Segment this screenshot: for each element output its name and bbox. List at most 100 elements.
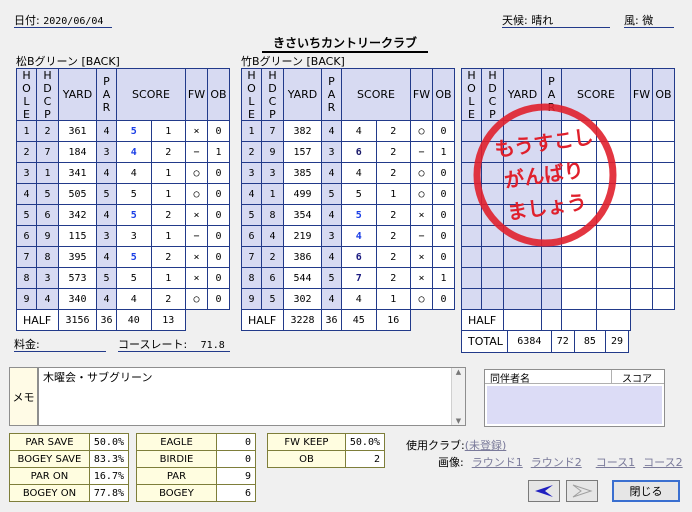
- card1-cell-par: 4: [96, 120, 117, 142]
- card1-cell-ob: 0: [207, 204, 230, 226]
- card1-cell-hdcp: 1: [36, 162, 59, 184]
- encouragement-stamp: もうすこし がんばり ましょう: [473, 103, 617, 247]
- stamp-line2: がんばり: [503, 158, 586, 193]
- card1-cell-yard: 342: [58, 204, 97, 226]
- card1-col-ob: OB: [207, 68, 230, 121]
- card2-half-label: HALF: [241, 309, 284, 331]
- image-course1-link[interactable]: コース1: [596, 454, 635, 470]
- card2-hole-row: 8 6 544 5 7 2 × 1: [241, 267, 455, 289]
- card2-cell-hole: 5: [241, 204, 262, 226]
- card2-hole-row: 6 4 219 3 4 2−0: [241, 225, 455, 247]
- next-button[interactable]: [566, 480, 598, 502]
- card2-cell-score: 4: [341, 162, 377, 184]
- card1-cell-ob: 0: [207, 288, 230, 310]
- memo-scrollbar[interactable]: ▲ ▼: [451, 368, 465, 425]
- stats3-label: OB: [267, 450, 346, 468]
- card1-cell-putts: 2: [150, 246, 186, 268]
- stats1-row: BOGEY ON 77.8%: [9, 484, 130, 502]
- card3-hole-row: [461, 288, 675, 310]
- card2-title: 竹Bグリーン [BACK]: [241, 55, 345, 68]
- card1-cell-yard: 395: [58, 246, 97, 268]
- card1-cell-hole: 3: [16, 162, 37, 184]
- card2-cell-par: 5: [321, 267, 342, 289]
- card2-half-blank: [410, 309, 455, 331]
- card2-hole-row: 7 2 386 4 6 2 × 0: [241, 246, 455, 268]
- card1-cell-par: 4: [96, 204, 117, 226]
- image-round2-link[interactable]: ラウンド2: [531, 454, 582, 470]
- card1-cell-hdcp: 2: [36, 120, 59, 142]
- companions-empty-area: [487, 386, 662, 424]
- card2-cell-hdcp: 7: [261, 120, 284, 142]
- course-rate-value: 71.8: [200, 340, 225, 351]
- stats-table-2: EAGLE 0 BIRDIE 0 PAR 9 BOGEY 6: [136, 433, 256, 502]
- card2-cell-hdcp: 4: [261, 225, 284, 247]
- card2-cell-hdcp: 5: [261, 288, 284, 310]
- card1-cell-score: 5: [116, 120, 152, 142]
- card2-cell-ob: 0: [432, 246, 455, 268]
- scroll-down-icon[interactable]: ▼: [452, 417, 465, 425]
- wind-label: 風:: [624, 14, 639, 27]
- card3-cell-ob: [652, 246, 675, 268]
- card2-cell-fw: ○: [410, 162, 433, 184]
- card2-hole-row: 9 5 302 4 4 1 ○ 0: [241, 288, 455, 310]
- memo-textarea[interactable]: 木曜会・サブグリーン ▲ ▼: [38, 367, 466, 426]
- card2-cell-ob: 0: [432, 162, 455, 184]
- card3-col-ob: OB: [652, 68, 675, 121]
- card3-cell-hdcp: [481, 288, 504, 310]
- card3-cell-fw: [630, 225, 653, 247]
- stats2-label: EAGLE: [136, 433, 217, 451]
- stats2-row: EAGLE 0: [136, 433, 256, 451]
- companions-list[interactable]: 同伴者名 スコア: [484, 369, 665, 427]
- card1-hole-row: 9 4 340 4 4 2 ○ 0: [16, 288, 230, 310]
- clubs-link[interactable]: (未登録): [465, 439, 507, 452]
- card2-cell-putts: 1: [375, 183, 411, 205]
- total-putts: 29: [605, 330, 629, 353]
- card2-cell-putts: 2: [375, 246, 411, 268]
- stats3-value: 50.0%: [344, 433, 386, 451]
- card2-cell-par: 5: [321, 183, 342, 205]
- companions-col-score[interactable]: スコア: [612, 370, 664, 385]
- card2-cell-fw: −: [410, 141, 433, 163]
- scroll-up-icon[interactable]: ▲: [452, 368, 465, 376]
- card2-cell-fw: ×: [410, 267, 433, 289]
- memo-text: 木曜会・サブグリーン: [43, 371, 153, 384]
- stamp-line1: もうすこし: [493, 124, 595, 162]
- card2-cell-hole: 8: [241, 267, 262, 289]
- stats2-row: BOGEY 6: [136, 484, 256, 502]
- left-arrow-icon: [535, 485, 553, 497]
- image-course2-link[interactable]: コース2: [643, 454, 682, 470]
- card1-cell-hdcp: 9: [36, 225, 59, 247]
- card1-cell-score: 5: [116, 204, 152, 226]
- card2-cell-score: 5: [341, 204, 377, 226]
- companions-col-name[interactable]: 同伴者名: [485, 370, 612, 385]
- card1-col-hole: HOLE: [16, 68, 37, 121]
- total-par: 72: [550, 330, 575, 353]
- total-row: TOTAL 6384 72 85 29: [461, 330, 629, 353]
- card2-cell-yard: 157: [283, 141, 322, 163]
- card1-cell-putts: 2: [150, 288, 186, 310]
- card1-hole-row: 4 5 505 5 5 1 ○ 0: [16, 183, 230, 205]
- card3-cell-putts: [595, 288, 631, 310]
- date-field: 日付: 2020/06/04: [14, 12, 112, 28]
- card1-cell-score: 4: [116, 162, 152, 184]
- card1-half-row: HALF 3156 36 40 13: [16, 309, 230, 331]
- card1-cell-ob: 0: [207, 246, 230, 268]
- card1-cell-putts: 1: [150, 225, 186, 247]
- card2-cell-hole: 6: [241, 225, 262, 247]
- card2-cell-putts: 2: [375, 225, 411, 247]
- scorecard-1: HOLE HDCP YARD PAR SCORE FW OB 1 2 361 4 5 1 × 0 2 7 184 3…: [16, 68, 230, 331]
- card2-col-fw: FW: [410, 68, 433, 121]
- image-round1-link[interactable]: ラウンド1: [472, 454, 523, 470]
- card1-cell-hole: 2: [16, 141, 37, 163]
- close-button[interactable]: 閉じる: [612, 480, 680, 502]
- card2-cell-hdcp: 8: [261, 204, 284, 226]
- card1-cell-yard: 115: [58, 225, 97, 247]
- card2-cell-putts: 1: [375, 288, 411, 310]
- right-arrow-icon: [572, 484, 593, 498]
- card1-col-par: PAR: [96, 68, 117, 121]
- card2-cell-putts: 2: [375, 141, 411, 163]
- card3-cell-ob: [652, 162, 675, 184]
- card2-half-putts: 16: [375, 309, 411, 331]
- prev-button[interactable]: [528, 480, 560, 502]
- stats3-row: OB 2: [267, 450, 386, 468]
